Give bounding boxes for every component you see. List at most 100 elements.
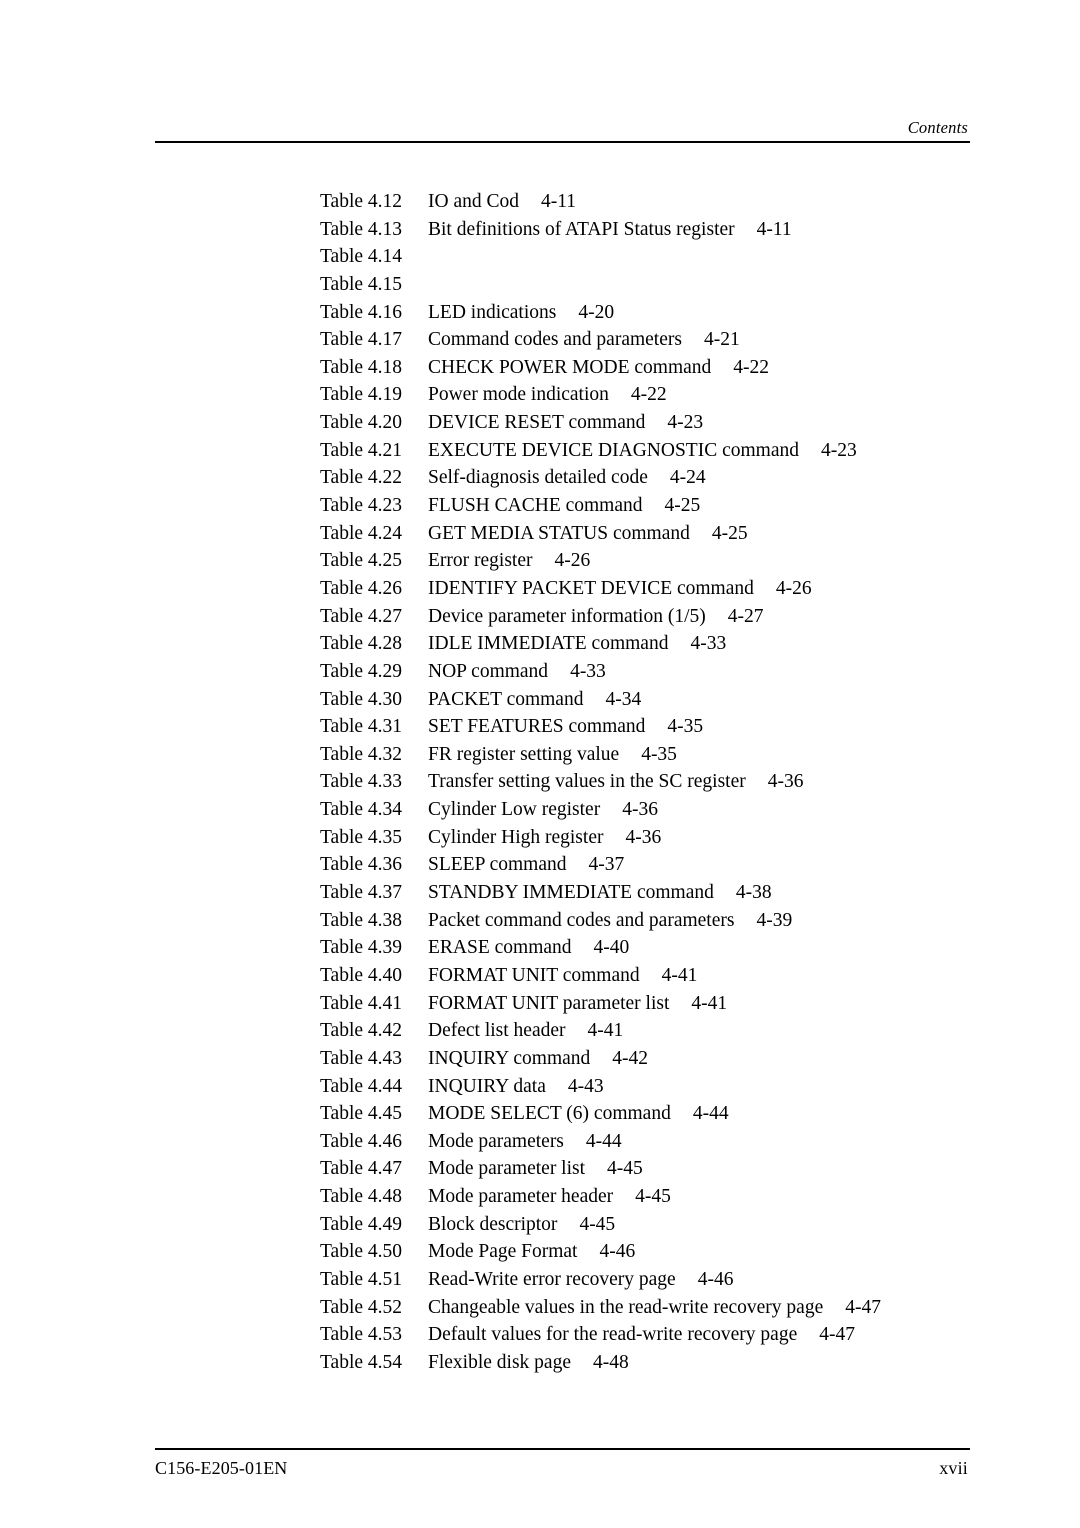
table-page-number: 4-43 (567, 1075, 604, 1097)
list-item[interactable]: Table 4.38 Packet command codes and param… (320, 907, 1020, 935)
list-item[interactable]: Table 4.35 Cylinder High register 4-36 (320, 824, 1020, 852)
table-title: DEVICE RESET command (428, 412, 646, 434)
table-page-number: 4-41 (587, 1020, 624, 1042)
list-item[interactable]: Table 4.28 IDLE IMMEDIATE command 4-33 (320, 630, 1020, 658)
table-title: Bit definitions of ATAPI Status register (428, 218, 735, 240)
table-label: Table 4.41 (320, 992, 403, 1014)
table-label: Table 4.44 (320, 1075, 403, 1097)
list-item[interactable]: Table 4.44 INQUIRY data 4-43 (320, 1073, 1020, 1101)
list-item[interactable]: Table 4.22 Self-diagnosis detailed code 4-… (320, 464, 1020, 492)
table-title: Power mode indication (428, 384, 609, 406)
list-item[interactable]: Table 4.45 MODE SELECT (6) command 4-44 (320, 1100, 1020, 1128)
table-label: Table 4.54 (320, 1351, 403, 1373)
page-number: xvii (939, 1458, 968, 1478)
list-item[interactable]: Table 4.26 IDENTIFY PACKET DEVICE command… (320, 575, 1020, 603)
table-label: Table 4.53 (320, 1324, 403, 1346)
list-item[interactable]: Table 4.23 FLUSH CACHE command 4-25 (320, 492, 1020, 520)
list-item[interactable]: Table 4.32 FR register setting value 4-35 (320, 741, 1020, 769)
table-title: Packet command codes and parameters (428, 909, 735, 931)
table-label: Table 4.30 (320, 688, 403, 710)
table-title: EXECUTE DEVICE DIAGNOSTIC command (428, 439, 799, 461)
table-page-number: 4-22 (630, 384, 667, 406)
table-label: Table 4.46 (320, 1130, 403, 1152)
table-label: Table 4.17 (320, 329, 403, 351)
table-label: Table 4.12 (320, 191, 403, 212)
table-page-number: 4-36 (622, 799, 658, 821)
table-label: Table 4.43 (320, 1047, 403, 1069)
list-item[interactable]: Table 4.43 INQUIRY command 4-42 (320, 1045, 1020, 1073)
list-item[interactable]: Table 4.39 ERASE command 4-40 (320, 934, 1020, 962)
list-item[interactable]: Table 4.24 GET MEDIA STATUS command 4-25 (320, 520, 1020, 548)
document-page: Contents Table 4.12 IO and Cod 4-11 Table 4… (0, 0, 1080, 1528)
table-title: INQUIRY command (428, 1047, 591, 1069)
table-page-number: 4-22 (733, 356, 770, 378)
table-page-number: 4-11 (756, 218, 792, 240)
table-title: SLEEP command (428, 854, 567, 876)
list-item[interactable]: Table 4.48 Mode parameter header 4-45 (320, 1183, 1020, 1211)
table-page-number: 4-20 (578, 301, 615, 323)
list-item[interactable]: Table 4.21 EXECUTE DEVICE DIAGNOSTIC comm… (320, 437, 1020, 465)
table-title: Cylinder Low register (428, 799, 601, 821)
list-item[interactable]: Table 4.25 Error register 4-26 (320, 547, 1020, 575)
list-item[interactable]: Table 4.31 SET FEATURES command 4-35 (320, 713, 1020, 741)
table-page-number: 4-25 (711, 522, 748, 544)
table-page-number: 4-46 (599, 1241, 636, 1263)
list-item[interactable]: Table 4.14 (320, 243, 1020, 271)
list-item[interactable]: Table 4.49 Block descriptor 4-45 (320, 1211, 1020, 1239)
table-page-number: 4-35 (641, 743, 677, 765)
list-item[interactable]: Table 4.20 DEVICE RESET command 4-23 (320, 409, 1020, 437)
list-item[interactable]: Table 4.37 STANDBY IMMEDIATE command 4-38 (320, 879, 1020, 907)
list-item[interactable]: Table 4.13 Bit definitions of ATAPI Statu… (320, 216, 1020, 244)
table-page-number: 4-23 (667, 412, 704, 434)
list-item[interactable]: Table 4.50 Mode Page Format 4-46 (320, 1238, 1020, 1266)
table-label: Table 4.40 (320, 964, 403, 986)
table-label: Table 4.13 (320, 218, 403, 240)
table-label: Table 4.47 (320, 1158, 403, 1180)
list-item[interactable]: Table 4.51 Read-Write error recovery page… (320, 1266, 1020, 1294)
table-title: MODE SELECT (6) command (428, 1103, 671, 1125)
list-item[interactable]: Table 4.47 Mode parameter list 4-45 (320, 1155, 1020, 1183)
list-item[interactable]: Table 4.34 Cylinder Low register 4-36 (320, 796, 1020, 824)
table-title: ERASE command (428, 937, 572, 959)
list-item[interactable]: Table 4.19 Power mode indication 4-22 (320, 381, 1020, 409)
table-label: Table 4.29 (320, 660, 403, 682)
table-label: Table 4.20 (320, 412, 403, 434)
list-item[interactable]: Table 4.27 Device parameter information (… (320, 603, 1020, 631)
list-item[interactable]: Table 4.54 Flexible disk page 4-48 (320, 1349, 1020, 1377)
list-item[interactable]: Table 4.33 Transfer setting values in the… (320, 768, 1020, 796)
list-item[interactable]: Table 4.30 PACKET command 4-34 (320, 686, 1020, 714)
table-label: Table 4.45 (320, 1103, 403, 1125)
table-title: Cylinder High register (428, 826, 604, 848)
list-item[interactable]: Table 4.17 Command codes and parameters 4-… (320, 326, 1020, 354)
list-item[interactable]: Table 4.36 SLEEP command 4-37 (320, 851, 1020, 879)
list-item[interactable]: Table 4.53 Default values for the read-wr… (320, 1321, 1020, 1349)
table-title: FORMAT UNIT command (428, 964, 640, 986)
table-title: Defect list header (428, 1020, 566, 1042)
table-title: Mode Page Format (428, 1241, 578, 1263)
table-page-number: 4-36 (625, 826, 662, 848)
list-item[interactable]: Table 4.40 FORMAT UNIT command 4-41 (320, 962, 1020, 990)
table-title: LED indications (428, 301, 557, 323)
table-page-number: 4-33 (690, 633, 727, 655)
table-label: Table 4.16 (320, 301, 403, 323)
table-page-number: 4-21 (703, 329, 740, 351)
list-item[interactable]: Table 4.16 LED indications 4-20 (320, 299, 1020, 327)
table-page-number: 4-41 (691, 992, 728, 1014)
table-label: Table 4.24 (320, 522, 403, 544)
list-item[interactable]: Table 4.18 CHECK POWER MODE command 4-22 (320, 354, 1020, 382)
table-page-number: 4-41 (661, 964, 698, 986)
table-label: Table 4.26 (320, 577, 403, 599)
list-item[interactable]: Table 4.42 Defect list header 4-41 (320, 1017, 1020, 1045)
table-title: Device parameter information (1/5) (428, 605, 706, 627)
list-item[interactable]: Table 4.29 NOP command 4-33 (320, 658, 1020, 686)
list-item[interactable]: Table 4.41 FORMAT UNIT parameter list 4-41 (320, 990, 1020, 1018)
list-item[interactable]: Table 4.46 Mode parameters 4-44 (320, 1128, 1020, 1156)
table-page-number: 4-35 (667, 716, 704, 738)
table-label: Table 4.18 (320, 356, 403, 378)
list-item[interactable]: Table 4.52 Changeable values in the read-… (320, 1294, 1020, 1322)
list-item[interactable]: Table 4.15 (320, 271, 1020, 299)
table-page-number: 4-26 (775, 577, 812, 599)
list-item[interactable]: Table 4.12 IO and Cod 4-11 (320, 188, 1020, 216)
table-title: Self-diagnosis detailed code (428, 467, 648, 489)
table-label: Table 4.28 (320, 633, 403, 655)
